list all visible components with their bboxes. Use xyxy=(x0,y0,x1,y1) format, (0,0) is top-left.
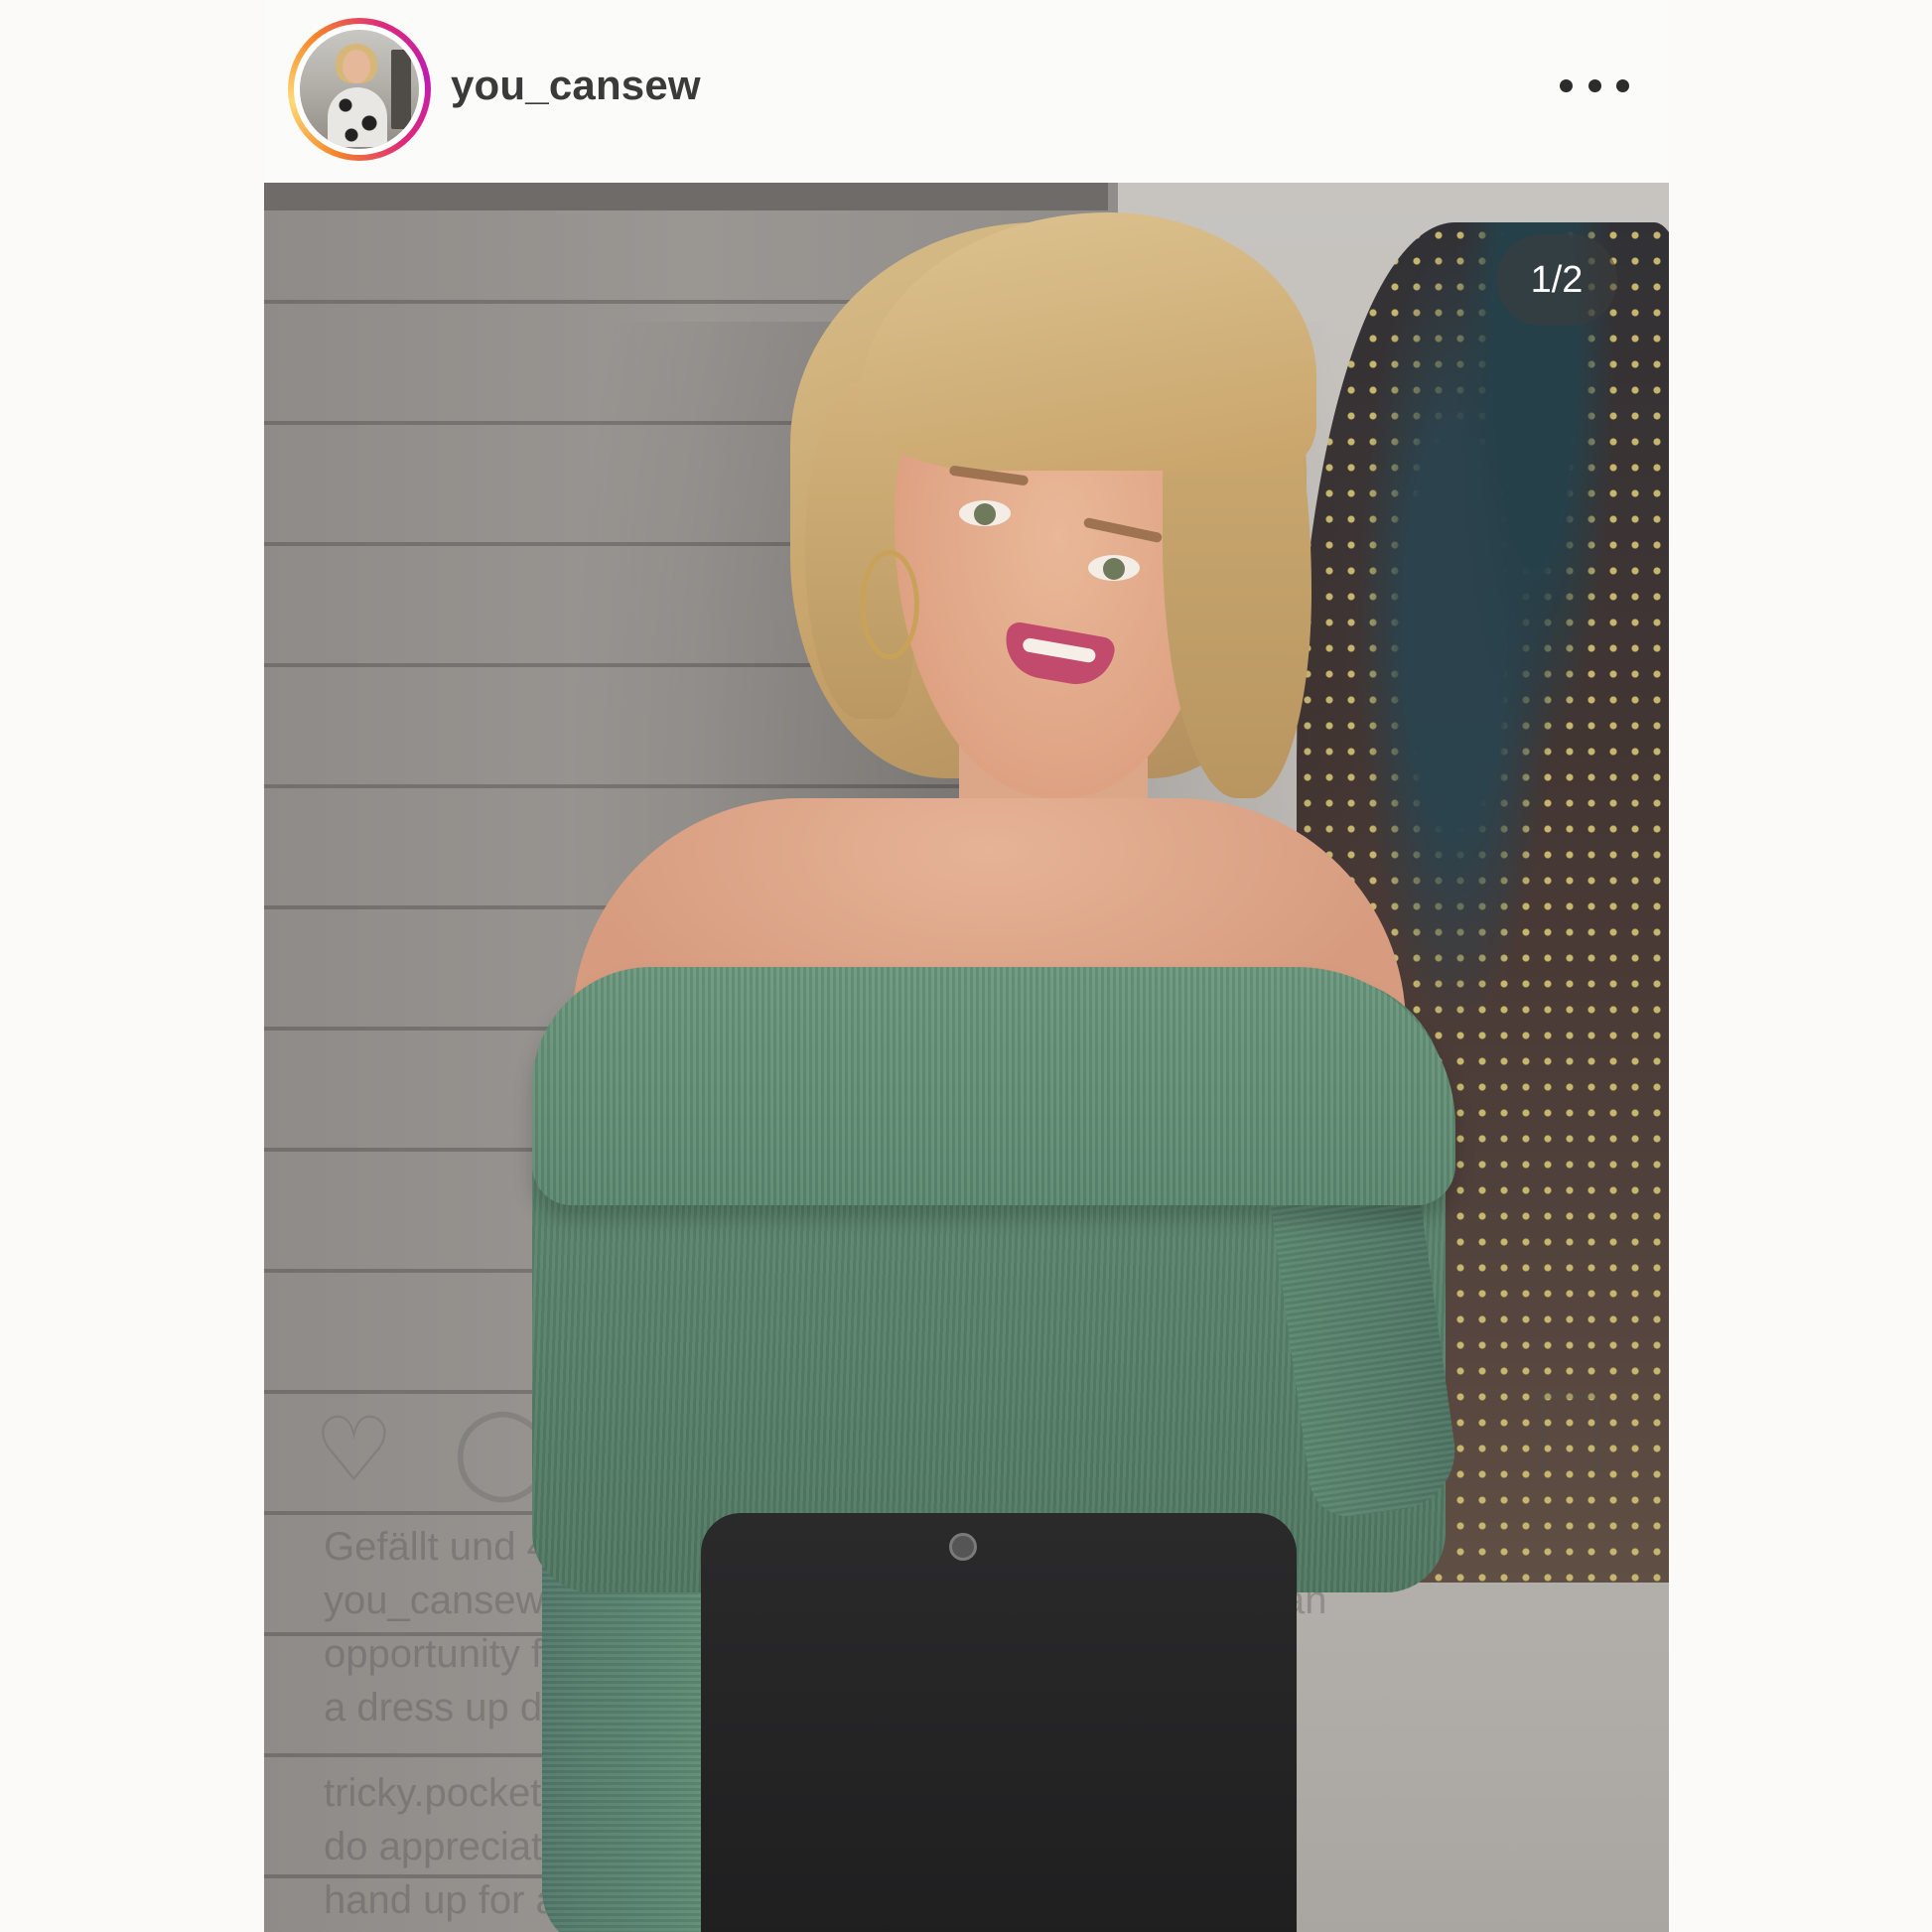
avatar[interactable] xyxy=(300,30,419,149)
avatar-face xyxy=(343,50,370,83)
jeans-button xyxy=(949,1533,977,1561)
sweater-off-shoulder-fold xyxy=(532,967,1455,1205)
post-photo[interactable]: ♡ ◯ Gefällt und 44 anderen Personen you_… xyxy=(264,183,1669,1932)
right-eye xyxy=(1088,555,1140,581)
screenshot-canvas: you_cansew ♡ ◯ Gefällt und 44 anderen Pe… xyxy=(0,0,1932,1932)
story-ring[interactable] xyxy=(288,18,431,161)
black-jeans xyxy=(701,1513,1297,1932)
post-header: you_cansew xyxy=(264,0,1669,183)
hoop-earring xyxy=(860,550,919,659)
more-options-button[interactable] xyxy=(1560,64,1629,107)
username[interactable]: you_cansew xyxy=(451,62,701,109)
ghost-bookmark-icon xyxy=(1540,1394,1599,1473)
carousel-page-indicator: 1/2 xyxy=(1496,234,1617,326)
more-horizontal-icon xyxy=(1560,78,1573,92)
left-eye xyxy=(959,500,1011,526)
more-horizontal-icon-dot xyxy=(1616,78,1629,92)
avatar-border xyxy=(294,24,425,155)
avatar-background-door xyxy=(391,50,411,129)
more-horizontal-icon-dot xyxy=(1587,78,1601,92)
ghost-heart-icon: ♡ xyxy=(314,1401,394,1500)
wall-frame xyxy=(264,183,1108,210)
avatar-dress xyxy=(328,87,387,147)
